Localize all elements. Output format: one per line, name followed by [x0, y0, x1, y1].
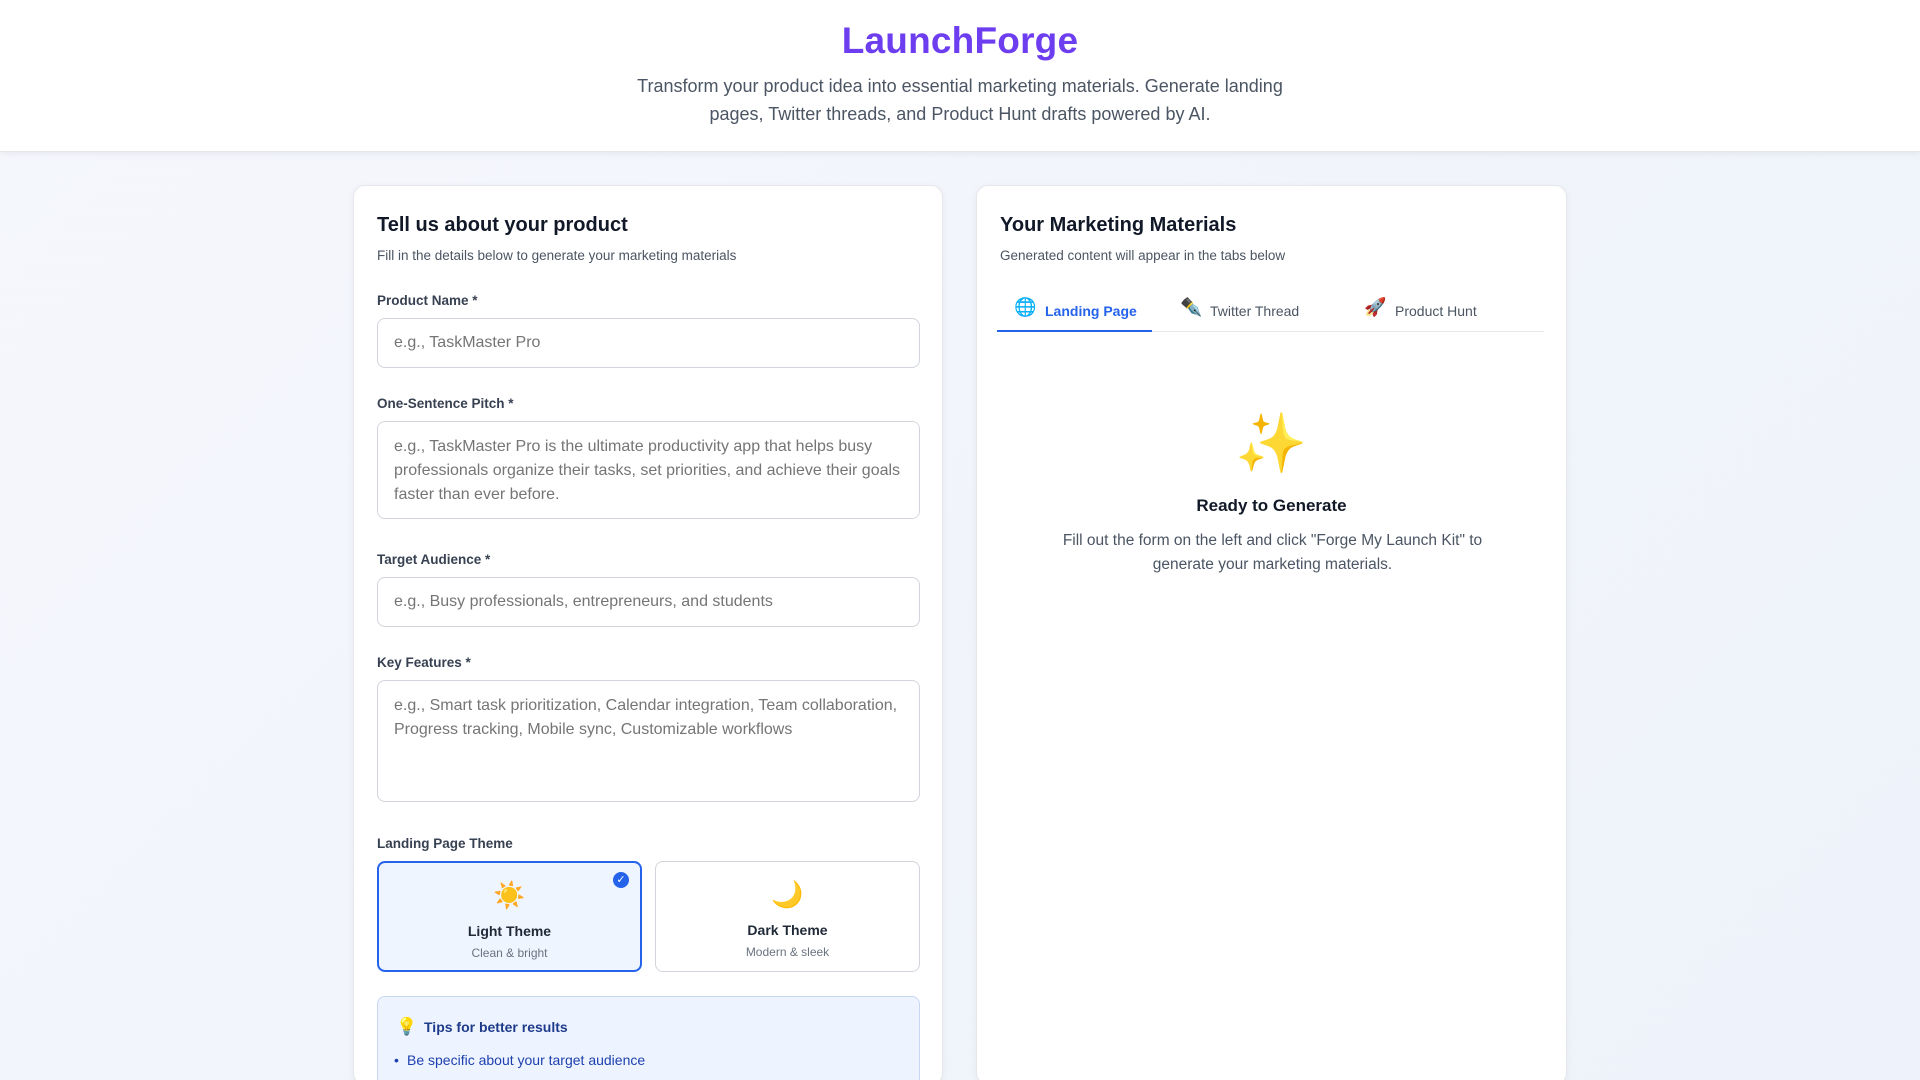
features-label: Key Features *: [377, 655, 471, 670]
empty-state-title: Ready to Generate: [1196, 496, 1347, 515]
product-form-card: Tell us about your product Fill in the d…: [353, 185, 943, 1080]
product-name-input[interactable]: [377, 318, 920, 368]
empty-state-description: Fill out the form on the left and click …: [1062, 532, 1483, 573]
audience-label: Target Audience *: [377, 552, 491, 567]
tip-text: Be specific about your target audience: [407, 1052, 646, 1068]
form-title: Tell us about your product: [377, 214, 628, 236]
pitch-textarea[interactable]: [377, 421, 920, 519]
brand-tagline: Transform your product idea into essenti…: [637, 76, 1283, 124]
tip-item: • Be specific about your target audience: [394, 1052, 645, 1068]
pen-icon: ✒️: [1180, 297, 1203, 317]
product-name-label: Product Name *: [377, 293, 478, 308]
bullet-icon: •: [394, 1052, 399, 1068]
sun-icon: ☀️: [493, 880, 526, 910]
features-textarea[interactable]: [377, 680, 920, 802]
form-subtitle: Fill in the details below to generate yo…: [377, 248, 737, 263]
light-theme-option[interactable]: ✓ ☀️ Light Theme Clean & bright: [377, 861, 642, 972]
theme-desc: Modern & sleek: [745, 945, 830, 959]
brand-title: LaunchForge: [841, 20, 1079, 61]
tab-label: Product Hunt: [1395, 303, 1477, 319]
theme-name: Light Theme: [467, 923, 552, 939]
theme-desc: Clean & bright: [471, 946, 548, 960]
tab-label: Landing Page: [1045, 303, 1137, 319]
output-tabs: 🌐 Landing Page ✒️ Twitter Thread 🚀 Produ…: [997, 291, 1544, 332]
tab-landing-page[interactable]: 🌐 Landing Page: [997, 291, 1152, 332]
marketing-materials-card: Your Marketing Materials Generated conte…: [976, 185, 1567, 1080]
output-title: Your Marketing Materials: [1000, 214, 1237, 236]
sparkles-icon: ✨: [1235, 411, 1308, 476]
theme-name: Dark Theme: [747, 922, 828, 938]
tips-title: Tips for better results: [424, 1019, 568, 1035]
tab-label: Twitter Thread: [1210, 303, 1300, 319]
pitch-label: One-Sentence Pitch *: [377, 396, 514, 411]
theme-label: Landing Page Theme: [377, 836, 513, 851]
globe-icon: 🌐: [1014, 297, 1037, 317]
dark-theme-option[interactable]: 🌙 Dark Theme Modern & sleek: [655, 861, 920, 972]
tips-box: 💡 Tips for better results • Be specific a…: [377, 996, 920, 1080]
page-header: LaunchForge Transform your product idea …: [0, 0, 1920, 152]
moon-icon: 🌙: [771, 879, 804, 909]
rocket-icon: 🚀: [1364, 297, 1387, 317]
output-subtitle: Generated content will appear in the tab…: [1000, 248, 1286, 263]
tab-product-hunt[interactable]: 🚀 Product Hunt: [1357, 291, 1492, 332]
lightbulb-icon: 💡: [396, 1017, 418, 1036]
tab-twitter-thread[interactable]: ✒️ Twitter Thread: [1172, 291, 1317, 332]
audience-input[interactable]: [377, 577, 920, 627]
